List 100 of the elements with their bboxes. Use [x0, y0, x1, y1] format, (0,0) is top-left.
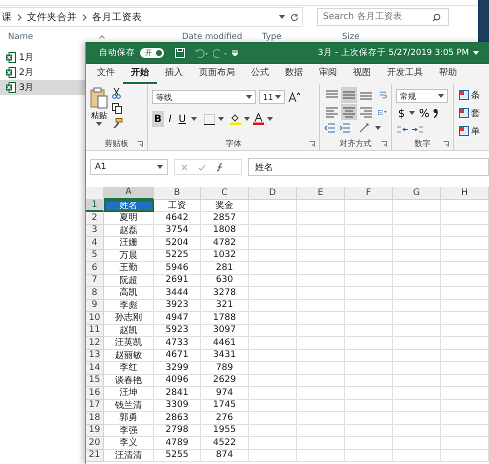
table-cell[interactable]: 321 — [201, 300, 249, 312]
table-cell[interactable] — [249, 362, 297, 374]
table-cell[interactable]: 4642 — [154, 212, 201, 224]
table-cell[interactable] — [249, 212, 297, 224]
table-cell[interactable]: 276 — [201, 412, 249, 424]
table-cell[interactable] — [441, 212, 489, 224]
table-cell[interactable]: 789 — [201, 362, 249, 374]
table-cell[interactable]: 奖金 — [201, 200, 249, 212]
table-cell[interactable]: 281 — [201, 262, 249, 274]
file-item[interactable]: 2月 — [0, 65, 86, 80]
column-header[interactable]: Size — [342, 32, 360, 42]
table-cell[interactable] — [441, 324, 489, 337]
table-cell[interactable] — [345, 200, 393, 212]
table-cell[interactable]: 1032 — [201, 250, 249, 262]
table-cell[interactable] — [441, 262, 489, 274]
decrease-indent-icon[interactable] — [324, 123, 335, 133]
table-cell[interactable]: 3278 — [201, 287, 249, 300]
underline-button[interactable]: U — [176, 111, 188, 127]
ribbon-tab[interactable]: 文件 — [89, 64, 123, 84]
styles-button-label[interactable]: 条 — [471, 88, 480, 102]
row-header[interactable]: 5 — [86, 250, 104, 262]
ribbon-tab[interactable]: 审阅 — [311, 64, 345, 84]
table-cell[interactable] — [393, 450, 441, 462]
row-header[interactable]: 11 — [86, 324, 104, 337]
row-header[interactable]: 9 — [86, 300, 104, 312]
table-cell[interactable] — [345, 212, 393, 224]
launcher-icon[interactable] — [137, 141, 143, 147]
table-cell[interactable]: 5255 — [154, 450, 201, 462]
save-icon[interactable] — [175, 48, 185, 58]
table-cell[interactable]: 李义 — [104, 437, 154, 450]
table-cell[interactable] — [393, 237, 441, 250]
column-header[interactable]: C — [201, 187, 249, 200]
table-cell[interactable] — [297, 412, 345, 424]
table-cell[interactable] — [249, 400, 297, 412]
ribbon-tab[interactable]: 页面布局 — [191, 64, 243, 84]
table-cell[interactable]: 3309 — [154, 400, 201, 412]
comma-style-icon[interactable] — [433, 108, 438, 118]
table-cell[interactable] — [249, 262, 297, 274]
table-cell[interactable]: 4947 — [154, 312, 201, 324]
align-button[interactable] — [341, 104, 357, 120]
table-cell[interactable]: 赵丽敏 — [104, 350, 154, 362]
table-cell[interactable]: 630 — [201, 274, 249, 287]
ribbon-tab[interactable]: 公式 — [243, 64, 277, 84]
table-cell[interactable] — [249, 412, 297, 424]
table-cell[interactable]: 李强 — [104, 424, 154, 437]
table-cell[interactable] — [297, 300, 345, 312]
table-cell[interactable] — [345, 262, 393, 274]
table-cell[interactable] — [249, 200, 297, 212]
table-cell[interactable] — [441, 400, 489, 412]
select-all-button[interactable] — [86, 187, 104, 200]
file-item[interactable]: 3月 — [0, 80, 86, 95]
column-header[interactable]: F — [345, 187, 393, 200]
table-cell[interactable]: 2863 — [154, 412, 201, 424]
table-cell[interactable]: 2798 — [154, 424, 201, 437]
format-painter-icon[interactable] — [112, 118, 123, 129]
table-cell[interactable] — [345, 387, 393, 400]
table-cell[interactable] — [345, 412, 393, 424]
table-cell[interactable] — [345, 400, 393, 412]
copy-icon[interactable] — [112, 103, 124, 114]
table-cell[interactable] — [345, 337, 393, 350]
column-header[interactable]: A — [104, 187, 154, 200]
table-cell[interactable] — [345, 300, 393, 312]
table-cell[interactable] — [249, 374, 297, 387]
table-cell[interactable]: 1808 — [201, 224, 249, 237]
table-cell[interactable] — [441, 287, 489, 300]
table-cell[interactable] — [297, 450, 345, 462]
number-format-select[interactable]: 常规 — [396, 89, 448, 103]
table-cell[interactable] — [249, 324, 297, 337]
cut-icon[interactable] — [112, 88, 121, 99]
check-icon[interactable] — [198, 164, 206, 170]
table-cell[interactable]: 3299 — [154, 362, 201, 374]
name-box[interactable]: A1 — [90, 159, 168, 175]
launcher-icon[interactable] — [309, 141, 315, 147]
fill-color-icon[interactable] — [230, 113, 241, 125]
refresh-icon[interactable] — [290, 12, 299, 22]
table-cell[interactable] — [393, 274, 441, 287]
table-cell[interactable]: 汪清清 — [104, 450, 154, 462]
font-color-icon[interactable] — [252, 113, 264, 125]
table-cell[interactable] — [297, 200, 345, 212]
table-cell[interactable] — [393, 362, 441, 374]
column-header[interactable]: D — [249, 187, 297, 200]
styles-button-label[interactable]: 单 — [471, 124, 480, 138]
table-cell[interactable] — [297, 437, 345, 450]
table-cell[interactable]: 高凯 — [104, 287, 154, 300]
table-cell[interactable] — [393, 287, 441, 300]
table-cell[interactable] — [249, 274, 297, 287]
table-cell[interactable] — [297, 224, 345, 237]
table-cell[interactable] — [249, 424, 297, 437]
table-cell[interactable] — [345, 324, 393, 337]
table-cell[interactable] — [249, 350, 297, 362]
table-cell[interactable] — [249, 437, 297, 450]
table-cell[interactable] — [345, 450, 393, 462]
wrap-text-icon[interactable] — [379, 89, 387, 101]
ribbon-tab[interactable]: 视图 — [345, 64, 379, 84]
table-cell[interactable]: 1788 — [201, 312, 249, 324]
table-cell[interactable] — [393, 374, 441, 387]
table-cell[interactable]: 李彪 — [104, 300, 154, 312]
row-header[interactable]: 17 — [86, 400, 104, 412]
styles-button-label[interactable]: 套 — [471, 106, 480, 120]
table-cell[interactable] — [249, 224, 297, 237]
